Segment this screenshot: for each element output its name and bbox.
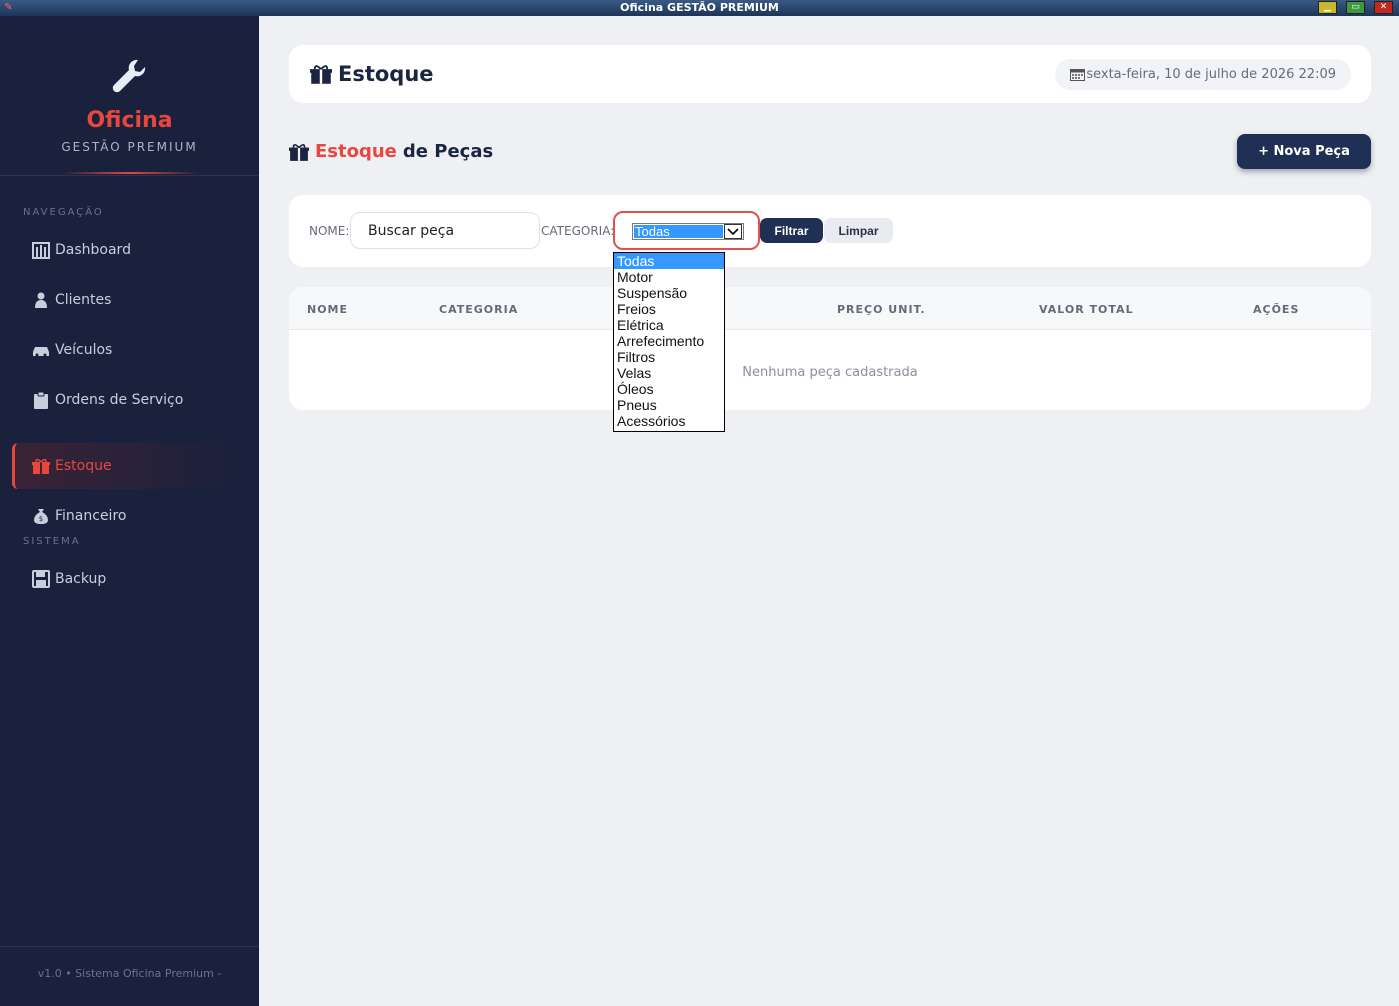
category-select-wrapper: Todas	[613, 211, 760, 250]
sidebar-item-label: Backup	[55, 571, 107, 587]
dashboard-icon	[32, 242, 50, 259]
sidebar-item-label: Clientes	[55, 292, 112, 308]
brand-underline	[60, 172, 200, 174]
user-icon	[35, 292, 47, 308]
sidebar-item-backup[interactable]: Backup	[12, 556, 244, 602]
section-title-rest: de Peças	[402, 141, 494, 162]
section-title-accent: Estoque	[315, 141, 397, 162]
clear-button[interactable]: Limpar	[824, 218, 893, 243]
gift-box-icon	[289, 143, 309, 161]
table-header: NOME CATEGORIA PREÇO UNIT. VALOR TOTAL A…	[289, 287, 1371, 330]
sidebar-item-label: Ordens de Serviço	[55, 392, 184, 408]
maximize-button[interactable]: ▭	[1346, 1, 1365, 14]
section-title: Estoque de Peças	[289, 141, 493, 162]
wrench-icon	[112, 59, 146, 93]
sidebar-footer-divider	[0, 946, 259, 947]
date-badge: sexta-feira, 10 de julho de 2026 22:09	[1055, 59, 1351, 90]
dropdown-option[interactable]: Suspensão	[614, 285, 724, 301]
dropdown-option[interactable]: Filtros	[614, 349, 724, 365]
minimize-button[interactable]: ▁	[1318, 1, 1337, 14]
sidebar-item-clientes[interactable]: Clientes	[12, 277, 244, 323]
clipboard-icon	[34, 391, 48, 409]
page-title-text: Estoque	[338, 62, 434, 86]
category-label: CATEGORIA:	[541, 224, 615, 238]
filter-button[interactable]: Filtrar	[760, 218, 823, 243]
column-header-acoes: AÇÕES	[1253, 303, 1300, 316]
column-header-valor-total: VALOR TOTAL	[1039, 303, 1134, 316]
sidebar-item-financeiro[interactable]: $ Financeiro	[12, 493, 244, 539]
dropdown-option[interactable]: Todas	[614, 253, 724, 269]
header-card: Estoque sexta-feira, 10 de julho de 2026…	[289, 45, 1371, 103]
category-selected-value: Todas	[634, 225, 723, 238]
svg-text:$: $	[39, 515, 43, 523]
version-footer: v1.0 • Sistema Oficina Premium -	[37, 967, 222, 980]
window-title: Oficina GESTÃO PREMIUM	[620, 1, 779, 14]
dropdown-option[interactable]: Óleos	[614, 381, 724, 397]
section-label-navegacao: NAVEGAÇÃO	[23, 207, 104, 218]
close-button[interactable]: ✕	[1374, 1, 1393, 14]
filter-card: NOME: Buscar peça CATEGORIA: Todas Filtr…	[289, 195, 1371, 267]
window-title-bar: ✎ Oficina GESTÃO PREMIUM ▁ ▭ ✕	[0, 0, 1399, 16]
dropdown-option[interactable]: Pneus	[614, 397, 724, 413]
dropdown-option[interactable]: Acessórios	[614, 413, 724, 429]
sidebar-item-label: Estoque	[55, 458, 112, 474]
sidebar-item-label: Dashboard	[55, 242, 131, 258]
parts-table: NOME CATEGORIA PREÇO UNIT. VALOR TOTAL A…	[289, 287, 1371, 410]
brand-subtitle: GESTÃO PREMIUM	[61, 140, 198, 154]
category-select[interactable]: Todas	[632, 223, 744, 240]
dropdown-option[interactable]: Freios	[614, 301, 724, 317]
dropdown-option[interactable]: Motor	[614, 269, 724, 285]
gift-box-icon	[310, 65, 332, 84]
chevron-down-icon[interactable]	[724, 224, 742, 239]
calendar-icon	[1070, 69, 1086, 81]
name-label: NOME:	[309, 224, 350, 238]
category-dropdown-list: Todas Motor Suspensão Freios Elétrica Ar…	[613, 252, 725, 432]
dropdown-option[interactable]: Velas	[614, 365, 724, 381]
column-header-categoria: CATEGORIA	[439, 303, 519, 316]
current-date: sexta-feira, 10 de julho de 2026 22:09	[1086, 67, 1336, 82]
money-bag-icon: $	[34, 509, 48, 524]
gift-box-icon	[32, 458, 50, 474]
sidebar-divider	[0, 175, 259, 176]
floppy-disk-icon	[32, 570, 50, 588]
sidebar-item-label: Financeiro	[55, 508, 127, 524]
sidebar-item-estoque[interactable]: Estoque	[12, 443, 244, 489]
sidebar: Oficina GESTÃO PREMIUM NAVEGAÇÃO Dashboa…	[0, 16, 259, 1006]
dropdown-option[interactable]: Arrefecimento	[614, 333, 724, 349]
page-title: Estoque	[310, 62, 434, 86]
app-icon: ✎	[4, 2, 13, 13]
brand-name: Oficina	[86, 108, 173, 133]
car-icon	[33, 347, 49, 357]
empty-table-message: Nenhuma peça cadastrada	[742, 365, 918, 380]
sidebar-item-label: Veículos	[55, 342, 113, 358]
sidebar-item-veiculos[interactable]: Veículos	[12, 327, 244, 373]
sidebar-item-dashboard[interactable]: Dashboard	[12, 227, 244, 273]
dropdown-option[interactable]: Elétrica	[614, 317, 724, 333]
new-part-button[interactable]: + Nova Peça	[1237, 134, 1371, 169]
name-search-input[interactable]: Buscar peça	[350, 212, 540, 249]
section-label-sistema: SISTEMA	[23, 536, 81, 547]
column-header-preco-unit: PREÇO UNIT.	[837, 303, 926, 316]
sidebar-item-ordens-de-servico[interactable]: Ordens de Serviço	[12, 377, 244, 423]
column-header-nome: NOME	[307, 303, 349, 316]
